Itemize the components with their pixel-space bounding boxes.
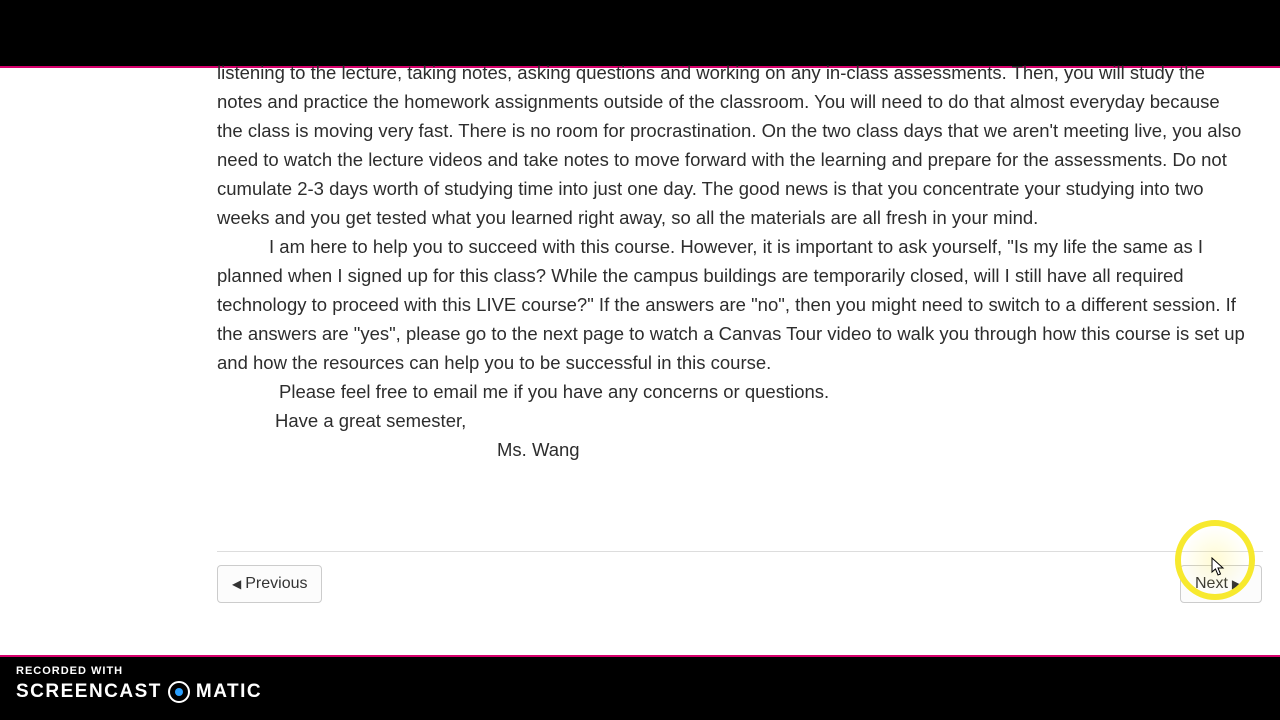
signature-line: Ms. Wang: [217, 435, 1247, 464]
next-button[interactable]: Next ▶: [1180, 565, 1262, 603]
nav-divider: [217, 551, 1263, 552]
letterbox-bottom: RECORDED WITH SCREENCAST MATIC: [0, 657, 1280, 720]
screencast-o-matic-logo: SCREENCAST MATIC: [16, 681, 262, 703]
body-paragraph: I am here to help you to succeed with th…: [217, 232, 1247, 377]
body-paragraph: Please feel free to email me if you have…: [217, 377, 1247, 406]
chevron-right-icon: ▶: [1232, 578, 1241, 590]
next-button-label: Next: [1195, 575, 1228, 593]
document-body: listening to the lecture, taking notes, …: [217, 58, 1247, 464]
logo-text-right: MATIC: [196, 681, 262, 703]
chevron-left-icon: ◀: [232, 578, 241, 590]
previous-button-label: Previous: [245, 575, 307, 593]
letterbox-top: [0, 0, 1280, 66]
content-frame: listening to the lecture, taking notes, …: [0, 68, 1280, 655]
closing-line: Have a great semester,: [217, 406, 1247, 435]
body-paragraph: listening to the lecture, taking notes, …: [217, 58, 1247, 232]
logo-circle-icon: [168, 681, 190, 703]
previous-button[interactable]: ◀ Previous: [217, 565, 322, 603]
watermark-caption: RECORDED WITH: [16, 665, 123, 677]
logo-text-left: SCREENCAST: [16, 681, 162, 703]
